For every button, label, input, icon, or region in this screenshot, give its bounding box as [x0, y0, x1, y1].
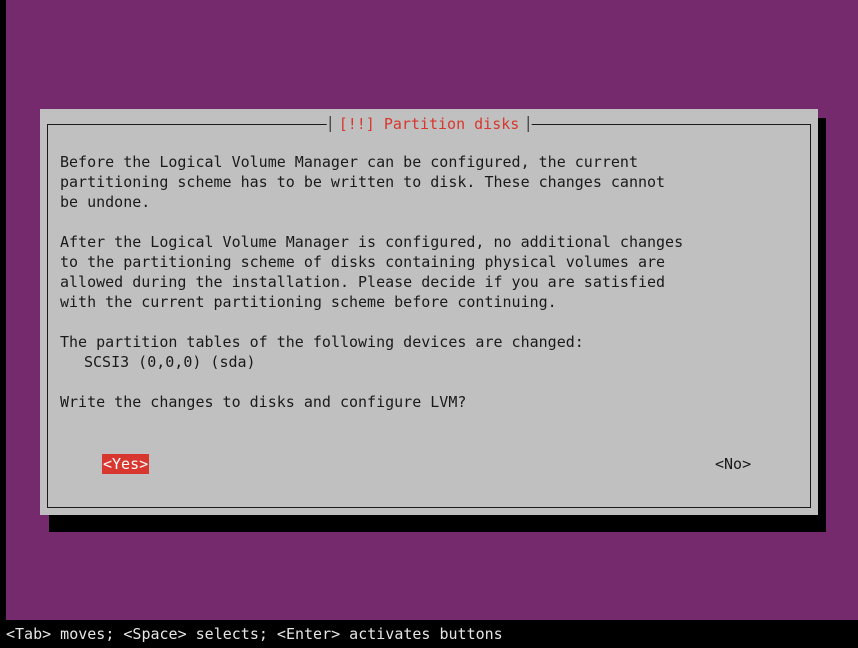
dialog-question: Write the changes to disks and configure…: [60, 393, 467, 411]
dialog-title: [!!] Partition disks: [338, 115, 520, 133]
status-bar-help: <Tab> moves; <Space> selects; <Enter> ac…: [6, 625, 503, 643]
yes-button[interactable]: <Yes>: [102, 454, 150, 474]
title-right-tick: [527, 115, 529, 132]
dialog-message: Before the Logical Volume Manager can be…: [60, 152, 800, 432]
dialog-title-bar: [!!] Partition disks: [326, 114, 532, 134]
message-paragraph-1: Before the Logical Volume Manager can be…: [60, 153, 666, 211]
message-paragraph-3: The partition tables of the following de…: [60, 333, 584, 351]
partition-disks-dialog: [!!] Partition disks Before the Logical …: [40, 109, 818, 515]
no-button[interactable]: <No>: [714, 454, 752, 474]
message-paragraph-2: After the Logical Volume Manager is conf…: [60, 233, 684, 311]
changed-device: SCSI3 (0,0,0) (sda): [84, 353, 256, 371]
